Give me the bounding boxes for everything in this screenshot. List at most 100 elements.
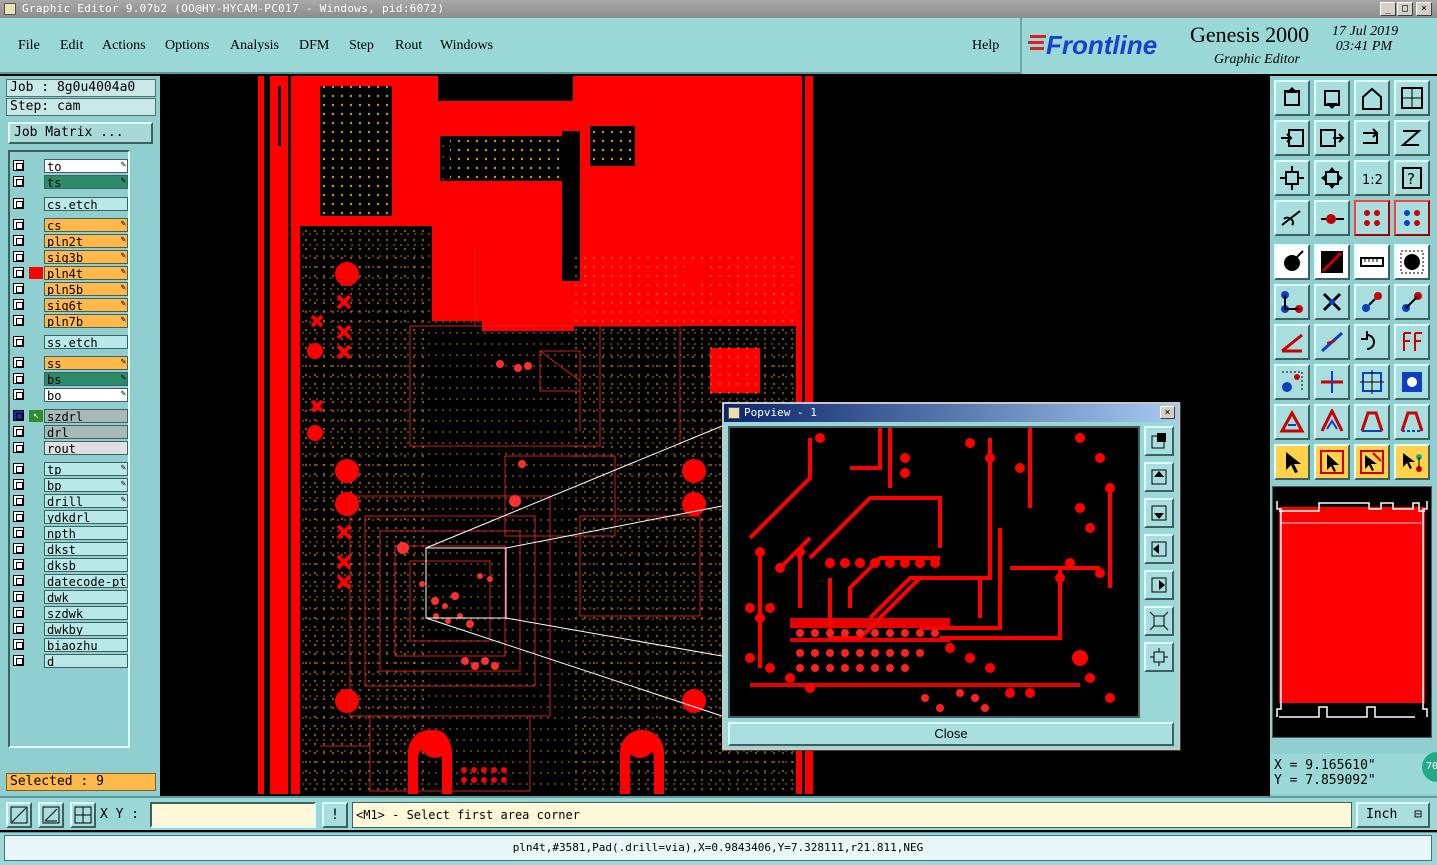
layer-row-pln4t[interactable]: pln4t ✎ xyxy=(10,265,130,281)
zoom-center-icon[interactable] xyxy=(1314,160,1350,196)
info-button[interactable]: ! xyxy=(322,802,348,828)
layer-name[interactable]: tp xyxy=(44,462,128,476)
layer-checkbox[interactable] xyxy=(13,463,24,474)
layer-checkbox[interactable] xyxy=(13,235,24,246)
menu-actions[interactable]: Actions xyxy=(102,38,146,54)
slope-right-icon[interactable] xyxy=(1314,324,1350,360)
cut-line-icon[interactable] xyxy=(1314,364,1350,400)
layer-row-dwkby[interactable]: dwkby xyxy=(10,621,130,637)
home-up-icon[interactable] xyxy=(1274,80,1310,116)
layer-row-d[interactable]: d xyxy=(10,653,130,669)
target-icon[interactable] xyxy=(1354,364,1390,400)
layer-row-pln2t[interactable]: pln2t ✎ xyxy=(10,233,130,249)
layer-row-dksb[interactable]: dksb xyxy=(10,557,130,573)
slope-left-icon[interactable] xyxy=(1274,324,1310,360)
layer-row-drl[interactable]: drl xyxy=(10,424,130,440)
layer-checkbox[interactable] xyxy=(13,176,24,187)
layer-checkbox[interactable] xyxy=(13,373,24,384)
popview-zoom-in-icon[interactable] xyxy=(1144,642,1174,672)
layer-checkbox[interactable] xyxy=(13,607,24,618)
unit-select[interactable]: Inch ⊟ xyxy=(1356,802,1430,828)
rotate-icon[interactable] xyxy=(1354,324,1390,360)
select-box-icon[interactable] xyxy=(1314,444,1350,480)
menu-dfm[interactable]: DFM xyxy=(299,38,329,54)
layer-row-ts[interactable]: ts ✎ xyxy=(10,174,130,190)
layer-row-to[interactable]: to ✎ xyxy=(10,158,130,174)
layer-row-pln5b[interactable]: pln5b ✎ xyxy=(10,281,130,297)
popview-title[interactable]: Popview - 1 xyxy=(724,404,1178,422)
popview-window[interactable]: Popview - 1 × Close xyxy=(722,402,1180,750)
popview-pan-down-icon[interactable] xyxy=(1144,498,1174,528)
home-down-icon[interactable] xyxy=(1314,80,1350,116)
layer-name[interactable]: ss xyxy=(44,356,128,370)
layer-row-biaozhu[interactable]: biaozhu xyxy=(10,637,130,653)
export-icon[interactable] xyxy=(1314,120,1350,156)
node-arrow-icon[interactable] xyxy=(1354,284,1390,320)
layer-row-ss[interactable]: ss ✎ xyxy=(10,355,130,371)
net-red-icon[interactable] xyxy=(1354,200,1390,236)
layer-checkbox[interactable] xyxy=(13,267,24,278)
probe-icon[interactable] xyxy=(1314,200,1350,236)
layer-row-bp[interactable]: bp ✎ xyxy=(10,477,130,493)
delete-line-icon[interactable] xyxy=(1314,244,1350,280)
layer-name[interactable]: bp xyxy=(44,478,128,492)
pad-icon[interactable] xyxy=(1394,244,1430,280)
layer-name[interactable]: szdrl xyxy=(44,409,128,423)
arc-icon[interactable] xyxy=(1314,404,1350,440)
window-title-bar[interactable]: Graphic Editor 9.07b2 (OO@HY-HYCAM-PC017… xyxy=(0,0,1437,18)
menu-windows[interactable]: Windows xyxy=(440,38,493,54)
layer-name[interactable]: dksb xyxy=(44,558,128,572)
popview-canvas[interactable] xyxy=(728,426,1140,718)
layer-checkbox[interactable] xyxy=(13,639,24,650)
layer-checkbox[interactable] xyxy=(13,299,24,310)
layer-row-bs[interactable]: bs ✎ xyxy=(10,371,130,387)
mini-map[interactable] xyxy=(1272,486,1432,738)
layer-row-szdwk[interactable]: szdwk xyxy=(10,605,130,621)
layer-row-npth[interactable]: npth xyxy=(10,525,130,541)
layer-row-ss.etch[interactable]: ss.etch xyxy=(10,334,130,350)
flip-icon[interactable] xyxy=(1394,324,1430,360)
help-icon[interactable]: ? xyxy=(1394,160,1430,196)
triangle-icon[interactable] xyxy=(1274,404,1310,440)
layer-name[interactable]: cs xyxy=(44,218,128,232)
layer-row-dwk[interactable]: dwk xyxy=(10,589,130,605)
layer-name[interactable]: bs xyxy=(44,372,128,386)
layer-name[interactable]: ydkdrl xyxy=(44,510,128,524)
layer-name[interactable]: ts xyxy=(44,175,128,189)
menu-options[interactable]: Options xyxy=(165,38,209,54)
layer-name[interactable]: d xyxy=(44,654,128,668)
layer-checkbox[interactable] xyxy=(13,357,24,368)
layer-row-pln7b[interactable]: pln7b ✎ xyxy=(10,313,130,329)
layer-checkbox[interactable] xyxy=(13,283,24,294)
layer-checkbox[interactable] xyxy=(13,442,24,453)
layer-name[interactable]: biaozhu xyxy=(44,638,128,652)
layer-name[interactable]: sig3b xyxy=(44,250,128,264)
arch-icon[interactable] xyxy=(1354,404,1390,440)
layer-name[interactable]: pln2t xyxy=(44,234,128,248)
layer-checkbox[interactable] xyxy=(13,336,24,347)
layer-checkbox[interactable] xyxy=(13,315,24,326)
popview-zoom-out-icon[interactable] xyxy=(1144,606,1174,636)
pen-icon[interactable] xyxy=(1274,200,1310,236)
layer-row-drill[interactable]: drill ✎ xyxy=(10,493,130,509)
arch-dashed-icon[interactable] xyxy=(1394,404,1430,440)
zoom-fit-icon[interactable] xyxy=(1274,160,1310,196)
layer-checkbox[interactable] xyxy=(13,219,24,230)
layer-checkbox[interactable] xyxy=(13,198,24,209)
layer-row-sig3b[interactable]: sig3b ✎ xyxy=(10,249,130,265)
select-arrow-icon[interactable] xyxy=(1274,444,1310,480)
layer-name[interactable]: szdwk xyxy=(44,606,128,620)
window-layout-icon[interactable] xyxy=(1394,80,1430,116)
menu-rout[interactable]: Rout xyxy=(395,38,422,54)
layer-name[interactable]: drill xyxy=(44,494,128,508)
layer-name[interactable]: drl xyxy=(44,425,128,439)
ruler-icon[interactable] xyxy=(1354,244,1390,280)
popview-pan-left-icon[interactable] xyxy=(1144,534,1174,564)
layer-checkbox[interactable] xyxy=(13,479,24,490)
grid-icon[interactable] xyxy=(70,802,96,828)
select-net-icon[interactable] xyxy=(1394,444,1430,480)
layer-row-cs[interactable]: cs ✎ xyxy=(10,217,130,233)
layer-row-ydkdrl[interactable]: ydkdrl xyxy=(10,509,130,525)
connect-nodes-icon[interactable] xyxy=(1274,284,1310,320)
layer-row-dkst[interactable]: dkst xyxy=(10,541,130,557)
